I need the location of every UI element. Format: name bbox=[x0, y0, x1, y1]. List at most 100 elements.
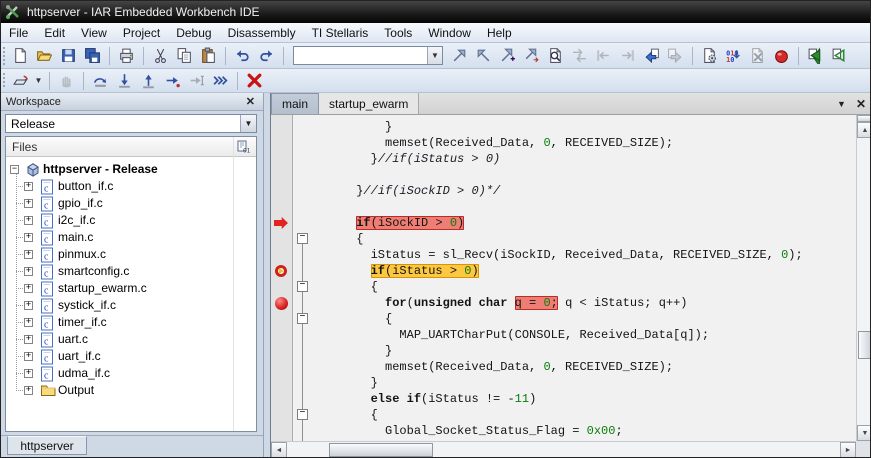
code-editor[interactable]: } memset(Received_Data, 0, RECEIVED_SIZE… bbox=[271, 115, 856, 441]
copy-icon[interactable] bbox=[173, 45, 196, 67]
gutter-cell[interactable] bbox=[271, 279, 293, 295]
expand-icon[interactable]: + bbox=[24, 284, 33, 293]
new-document-icon[interactable] bbox=[9, 45, 32, 67]
find-next-icon[interactable] bbox=[448, 45, 471, 67]
step-over-icon[interactable] bbox=[89, 70, 112, 92]
editor-close-icon[interactable]: ✕ bbox=[853, 97, 869, 111]
gutter-cell[interactable] bbox=[271, 311, 293, 327]
bookmark-next-icon[interactable] bbox=[520, 45, 543, 67]
make-icon[interactable]: 010 10 bbox=[722, 45, 745, 67]
collapse-icon[interactable]: − bbox=[10, 165, 19, 174]
gutter-cell[interactable] bbox=[271, 167, 293, 183]
fold-collapse-icon[interactable]: − bbox=[297, 313, 308, 324]
expand-icon[interactable]: + bbox=[24, 233, 33, 242]
expand-icon[interactable]: + bbox=[24, 250, 33, 259]
breakpoint-marker[interactable] bbox=[275, 297, 288, 310]
menu-view[interactable]: View bbox=[73, 24, 115, 42]
expand-icon[interactable]: + bbox=[24, 301, 33, 310]
chevron-down-icon[interactable]: ▼ bbox=[427, 47, 442, 64]
save-all-icon[interactable] bbox=[81, 45, 104, 67]
menu-tools[interactable]: Tools bbox=[376, 24, 420, 42]
title-bar[interactable]: httpserver - IAR Embedded Workbench IDE bbox=[1, 1, 870, 23]
download-and-debug-icon[interactable] bbox=[804, 45, 827, 67]
expand-icon[interactable]: + bbox=[24, 386, 33, 395]
tree-item-main-c[interactable]: + c main.c bbox=[6, 229, 256, 246]
chevron-down-icon[interactable]: ▼ bbox=[240, 115, 256, 132]
gutter-cell[interactable] bbox=[271, 215, 293, 231]
gutter-cell[interactable] bbox=[271, 199, 293, 215]
gutter-cell[interactable] bbox=[271, 151, 293, 167]
tree-item-uart-c[interactable]: + c uart.c bbox=[6, 331, 256, 348]
gutter-cell[interactable] bbox=[271, 231, 293, 247]
tree-item-startup-ewarm-c[interactable]: + c startup_ewarm.c bbox=[6, 280, 256, 297]
toolbar-grip[interactable] bbox=[2, 46, 6, 65]
gutter-cell[interactable] bbox=[271, 359, 293, 375]
step-out-icon[interactable] bbox=[137, 70, 160, 92]
reset-icon[interactable] bbox=[9, 70, 32, 92]
next-statement-icon[interactable] bbox=[161, 70, 184, 92]
expand-icon[interactable]: + bbox=[24, 352, 33, 361]
toolbar-grip[interactable] bbox=[2, 72, 6, 89]
tree-item-httpserver-release[interactable]: − httpserver - Release bbox=[6, 161, 256, 178]
navigate-backward-icon[interactable] bbox=[640, 45, 663, 67]
find-combobox[interactable]: ▼ bbox=[293, 46, 443, 65]
editor-tab-main[interactable]: main bbox=[271, 93, 320, 114]
vertical-scroll-thumb[interactable] bbox=[858, 331, 870, 359]
stop-debugging-icon[interactable] bbox=[243, 70, 266, 92]
menu-debug[interactable]: Debug bbox=[168, 24, 219, 42]
menu-disassembly[interactable]: Disassembly bbox=[220, 24, 304, 42]
expand-icon[interactable]: + bbox=[24, 267, 33, 276]
print-icon[interactable] bbox=[115, 45, 138, 67]
tree-item-udma-if-c[interactable]: + c udma_if.c bbox=[6, 365, 256, 382]
find-in-files-icon[interactable] bbox=[544, 45, 567, 67]
expand-icon[interactable]: + bbox=[24, 335, 33, 344]
menu-help[interactable]: Help bbox=[479, 24, 520, 42]
tree-item-i2c-if-c[interactable]: + c i2c_if.c bbox=[6, 212, 256, 229]
file-options-icon[interactable]: 01 bbox=[237, 140, 250, 153]
open-icon[interactable] bbox=[33, 45, 56, 67]
menu-ti-stellaris[interactable]: TI Stellaris bbox=[304, 24, 377, 42]
tree-item-gpio-if-c[interactable]: + c gpio_if.c bbox=[6, 195, 256, 212]
scroll-right-icon[interactable]: ► bbox=[840, 442, 856, 457]
tree-item-smartconfig-c[interactable]: + c smartconfig.c bbox=[6, 263, 256, 280]
gutter-cell[interactable] bbox=[271, 183, 293, 199]
gutter-cell[interactable] bbox=[271, 343, 293, 359]
paste-icon[interactable] bbox=[197, 45, 220, 67]
find-previous-icon[interactable] bbox=[472, 45, 495, 67]
configuration-dropdown[interactable]: Release ▼ bbox=[5, 114, 257, 133]
bookmark-add-icon[interactable] bbox=[496, 45, 519, 67]
split-handle[interactable] bbox=[857, 115, 870, 122]
gutter-cell[interactable] bbox=[271, 119, 293, 135]
cut-icon[interactable] bbox=[149, 45, 172, 67]
step-into-icon[interactable] bbox=[113, 70, 136, 92]
expand-icon[interactable]: + bbox=[24, 216, 33, 225]
gutter-cell[interactable] bbox=[271, 391, 293, 407]
gutter-cell[interactable] bbox=[271, 135, 293, 151]
tree-item-pinmux-c[interactable]: + c pinmux.c bbox=[6, 246, 256, 263]
tree-item-timer-if-c[interactable]: + c timer_if.c bbox=[6, 314, 256, 331]
menu-edit[interactable]: Edit bbox=[36, 24, 73, 42]
workspace-tab-httpserver[interactable]: httpserver bbox=[7, 436, 87, 455]
gutter-cell[interactable] bbox=[271, 327, 293, 343]
scroll-left-icon[interactable]: ◄ bbox=[271, 442, 287, 457]
debug-without-downloading-icon[interactable] bbox=[828, 45, 851, 67]
tree-item-systick-if-c[interactable]: + c systick_if.c bbox=[6, 297, 256, 314]
tree-item-button-if-c[interactable]: + c button_if.c bbox=[6, 178, 256, 195]
vertical-scrollbar[interactable]: ▲ ▼ bbox=[856, 115, 870, 441]
fold-collapse-icon[interactable]: − bbox=[297, 233, 308, 244]
gutter-cell[interactable] bbox=[271, 247, 293, 263]
panel-splitter[interactable] bbox=[264, 93, 271, 457]
toggle-breakpoint-icon[interactable] bbox=[770, 45, 793, 67]
tab-list-dropdown-icon[interactable]: ▼ bbox=[834, 99, 849, 109]
gutter-cell[interactable] bbox=[271, 375, 293, 391]
menu-window[interactable]: Window bbox=[420, 24, 479, 42]
scroll-down-icon[interactable]: ▼ bbox=[857, 425, 870, 441]
gutter-cell[interactable] bbox=[271, 407, 293, 423]
compile-icon[interactable] bbox=[698, 45, 721, 67]
expand-icon[interactable]: + bbox=[24, 318, 33, 327]
expand-icon[interactable]: + bbox=[24, 369, 33, 378]
workspace-close-icon[interactable]: ✕ bbox=[243, 95, 258, 108]
menu-file[interactable]: File bbox=[1, 24, 36, 42]
save-icon[interactable] bbox=[57, 45, 80, 67]
go-icon[interactable] bbox=[209, 70, 232, 92]
